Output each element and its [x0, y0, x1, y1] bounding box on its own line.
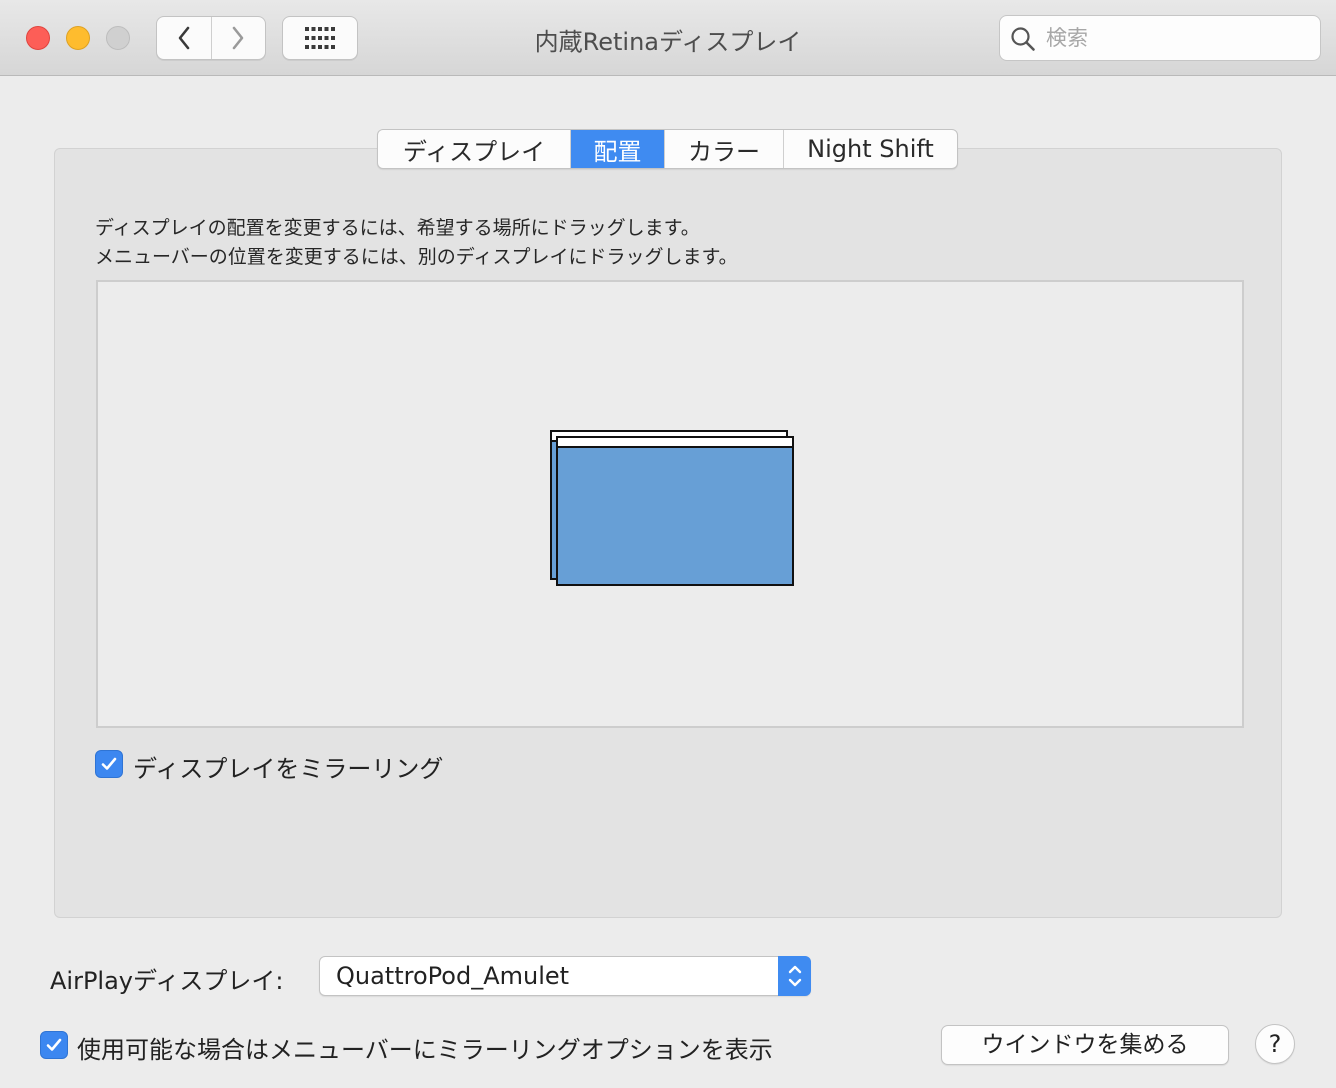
- show-mirroring-options-checkbox[interactable]: [40, 1031, 68, 1059]
- show-mirroring-options-label: 使用可能な場合はメニューバーにミラーリングオプションを表示: [77, 1036, 773, 1064]
- back-button[interactable]: [157, 17, 211, 59]
- help-button[interactable]: ?: [1255, 1024, 1295, 1064]
- search-field[interactable]: [999, 15, 1321, 61]
- chevron-right-icon: [232, 26, 244, 50]
- tab-display[interactable]: ディスプレイ: [378, 130, 570, 168]
- checkmark-icon: [101, 757, 117, 770]
- display-menubar[interactable]: [558, 438, 792, 448]
- checkmark-icon: [46, 1038, 62, 1051]
- tab-arrangement[interactable]: 配置: [570, 130, 664, 168]
- tab-color[interactable]: カラー: [664, 130, 783, 168]
- grid-icon: [305, 27, 335, 49]
- back-forward-group: [156, 16, 266, 60]
- airplay-display-popup[interactable]: QuattroPod_Amulet: [319, 956, 811, 996]
- minimize-window-button[interactable]: [66, 26, 90, 50]
- tab-night-shift[interactable]: Night Shift: [783, 130, 957, 168]
- chevron-left-icon: [178, 26, 190, 50]
- gather-windows-button[interactable]: ウインドウを集める: [941, 1025, 1229, 1065]
- mirror-displays-label: ディスプレイをミラーリング: [133, 755, 444, 783]
- window-title: 内蔵Retinaディスプレイ: [534, 28, 802, 56]
- mirrored-display-front[interactable]: [556, 436, 794, 586]
- title-bar: 内蔵Retinaディスプレイ: [0, 0, 1336, 76]
- chevron-up-down-icon: [788, 965, 801, 987]
- instruction-arrange: ディスプレイの配置を変更するには、希望する場所にドラッグします。: [95, 217, 700, 239]
- airplay-display-label: AirPlayディスプレイ:: [50, 967, 284, 995]
- mirror-displays-checkbox[interactable]: [95, 750, 123, 778]
- popup-stepper[interactable]: [778, 956, 811, 996]
- search-icon: [1011, 27, 1035, 51]
- search-input[interactable]: [1046, 24, 1306, 52]
- airplay-selected-value: QuattroPod_Amulet: [336, 962, 570, 990]
- zoom-window-button: [106, 26, 130, 50]
- forward-button[interactable]: [210, 17, 266, 59]
- show-all-button[interactable]: [282, 16, 358, 60]
- close-window-button[interactable]: [26, 26, 50, 50]
- tab-bar: ディスプレイ 配置 カラー Night Shift: [377, 129, 958, 169]
- instruction-menubar: メニューバーの位置を変更するには、別のディスプレイにドラッグします。: [95, 246, 738, 268]
